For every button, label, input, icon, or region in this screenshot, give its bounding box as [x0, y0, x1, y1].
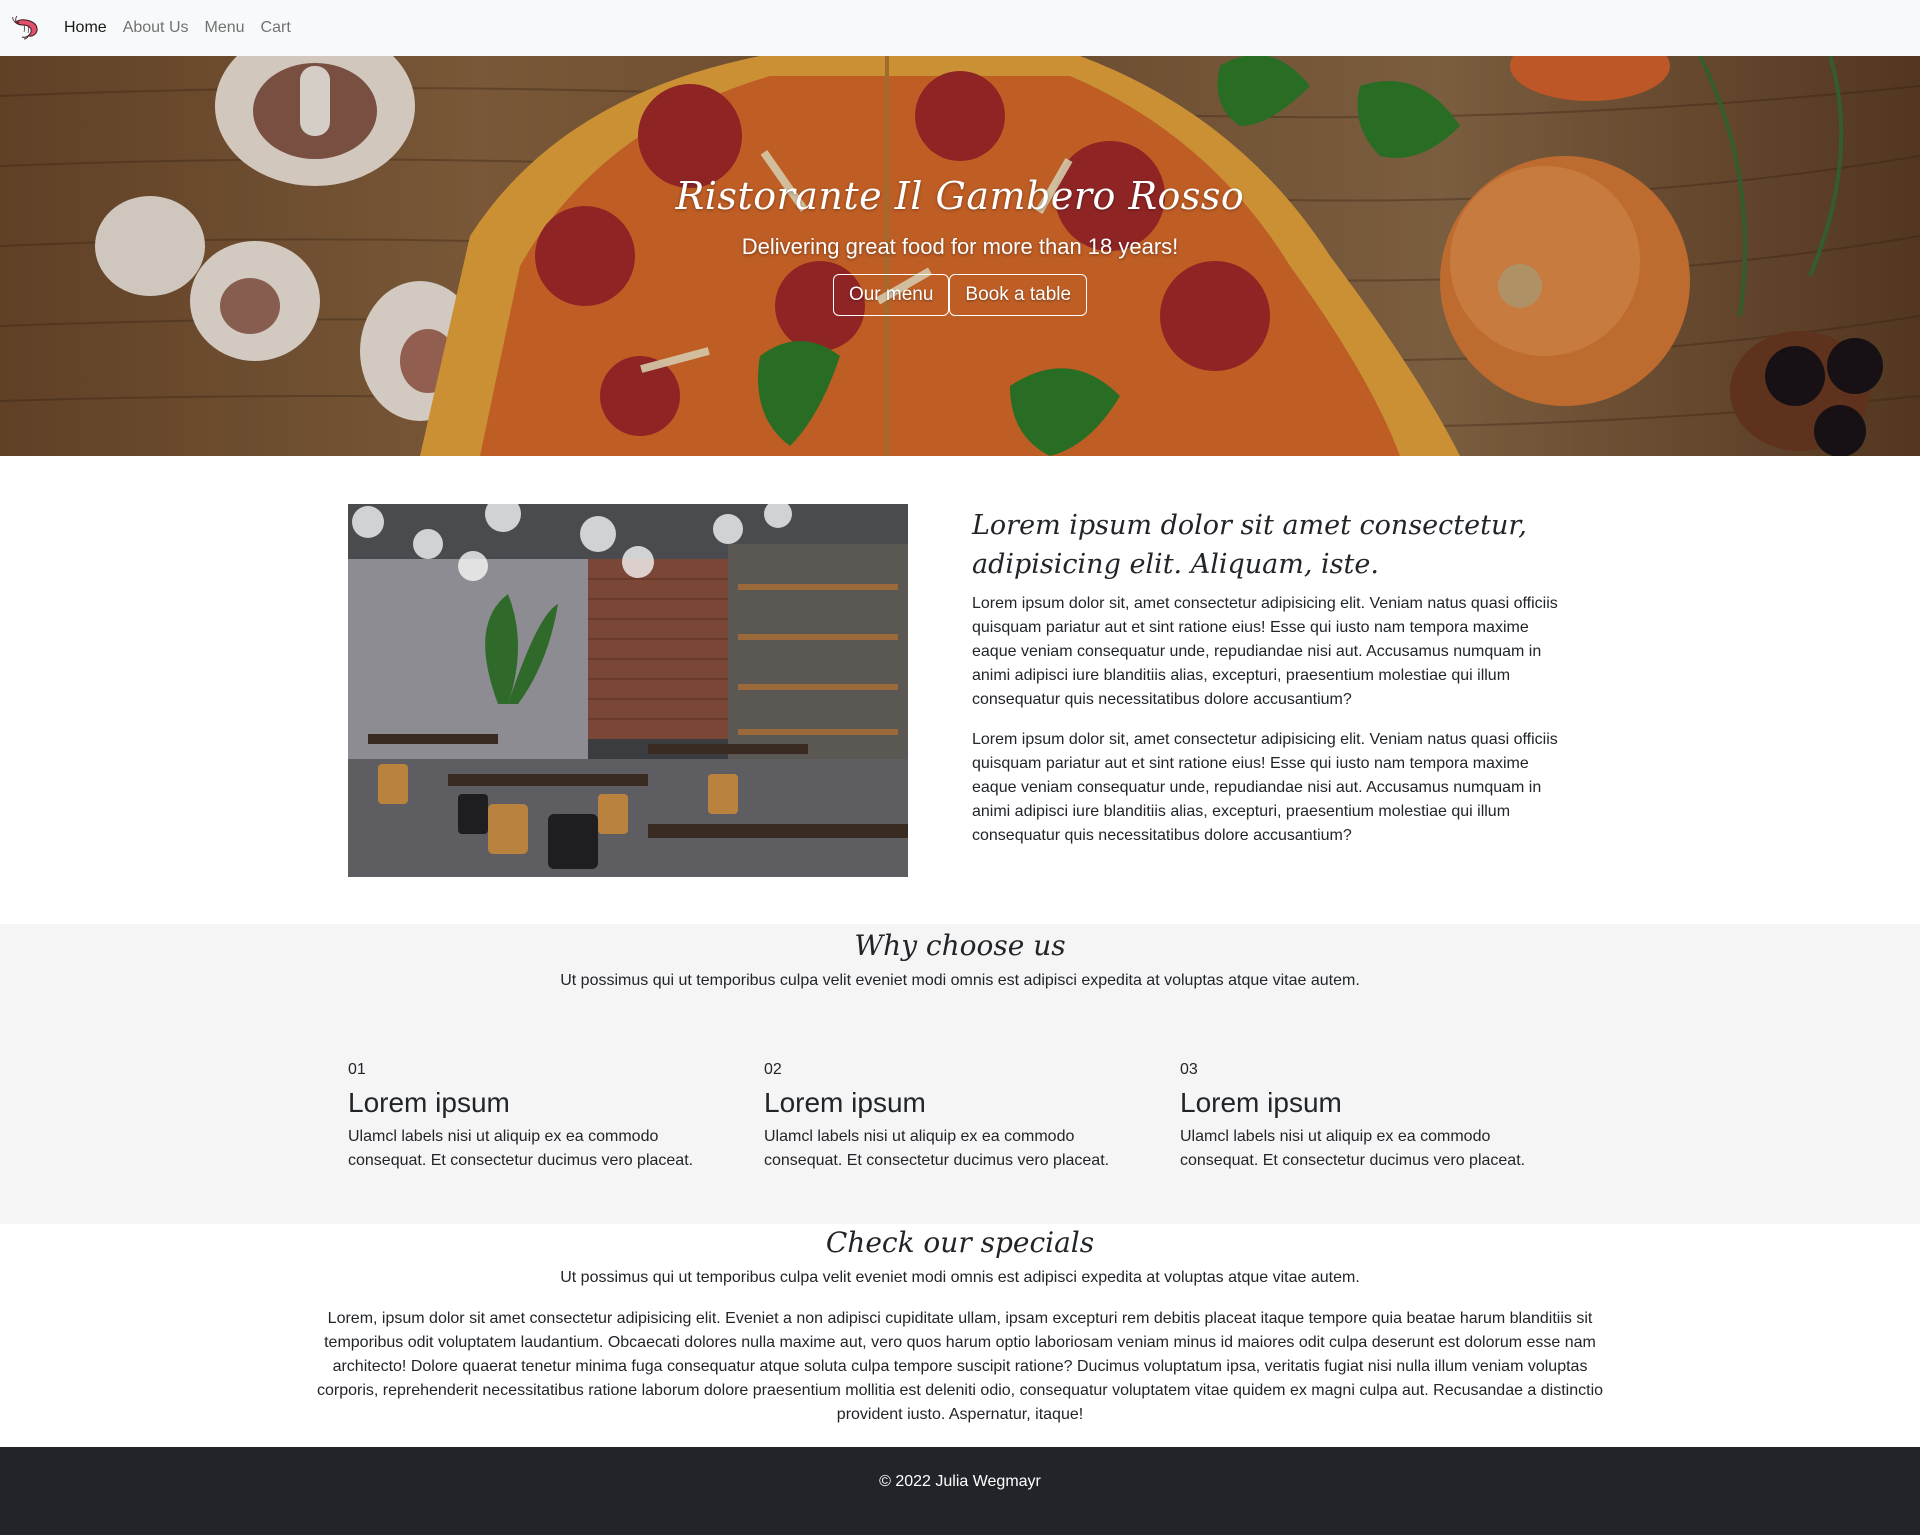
why-choose-us-section: Why choose us Ut possimus qui ut tempori… [0, 924, 1920, 1224]
feature-title: Lorem ipsum [1180, 1087, 1342, 1118]
feature-title: Lorem ipsum [764, 1087, 926, 1118]
feature-card: 03 Lorem ipsum Ulamcl labels nisi ut ali… [1180, 1061, 1572, 1173]
feature-description: Ulamcl labels nisi ut aliquip ex ea comm… [1180, 1128, 1526, 1169]
specials-text: Lorem, ipsum dolor sit amet consectetur … [316, 1310, 1604, 1423]
about-heading: Lorem ipsum dolor sit amet consectetur, … [972, 510, 1527, 580]
why-title: Why choose us [854, 929, 1066, 962]
hero-title: Ristorante Il Gambero Rosso [675, 174, 1245, 218]
feature-card: 02 Lorem ipsum Ulamcl labels nisi ut ali… [764, 1061, 1180, 1173]
footer: © 2022 Julia Wegmayr [0, 1447, 1920, 1535]
feature-number: 03 [1180, 1061, 1198, 1078]
about-section: Lorem ipsum dolor sit amet consectetur, … [348, 504, 1572, 877]
feature-number: 01 [348, 1061, 366, 1078]
nav-link-about[interactable]: About Us [123, 19, 189, 37]
hero-subtitle: Delivering great food for more than 18 y… [741, 234, 1179, 259]
specials-title: Check our specials [825, 1226, 1095, 1259]
feature-description: Ulamcl labels nisi ut aliquip ex ea comm… [764, 1128, 1110, 1169]
footer-copyright: © 2022 Julia Wegmayr [879, 1473, 1041, 1490]
about-paragraph: Lorem ipsum dolor sit, amet consectetur … [972, 731, 1558, 844]
nav-link-home[interactable]: Home [64, 19, 107, 37]
specials-subtitle: Ut possimus qui ut temporibus culpa veli… [560, 1269, 1360, 1286]
features-row: 01 Lorem ipsum Ulamcl labels nisi ut ali… [348, 1061, 1572, 1173]
navbar: Home About Us Menu Cart [0, 0, 1920, 56]
nav-links: Home About Us Menu Cart [64, 19, 307, 37]
feature-number: 02 [764, 1061, 782, 1078]
hero-buttons: Our menu Book a table [832, 274, 1088, 316]
about-paragraph: Lorem ipsum dolor sit, amet consectetur … [972, 595, 1558, 708]
about-text: Lorem ipsum dolor sit amet consectetur, … [972, 504, 1572, 848]
hero-content: Ristorante Il Gambero Rosso Delivering g… [0, 56, 1920, 456]
our-menu-button[interactable]: Our menu [832, 274, 950, 316]
why-subtitle: Ut possimus qui ut temporibus culpa veli… [560, 972, 1360, 989]
book-table-button[interactable]: Book a table [949, 274, 1088, 316]
nav-link-menu[interactable]: Menu [205, 19, 245, 37]
feature-card: 01 Lorem ipsum Ulamcl labels nisi ut ali… [348, 1061, 764, 1173]
feature-description: Ulamcl labels nisi ut aliquip ex ea comm… [348, 1128, 694, 1169]
feature-title: Lorem ipsum [348, 1087, 510, 1118]
restaurant-interior-image [348, 504, 908, 877]
nav-link-cart[interactable]: Cart [261, 19, 291, 37]
specials-section: Check our specials Ut possimus qui ut te… [0, 1224, 1920, 1427]
hero-banner: Ristorante Il Gambero Rosso Delivering g… [0, 56, 1920, 456]
shrimp-logo-icon[interactable] [12, 12, 44, 44]
